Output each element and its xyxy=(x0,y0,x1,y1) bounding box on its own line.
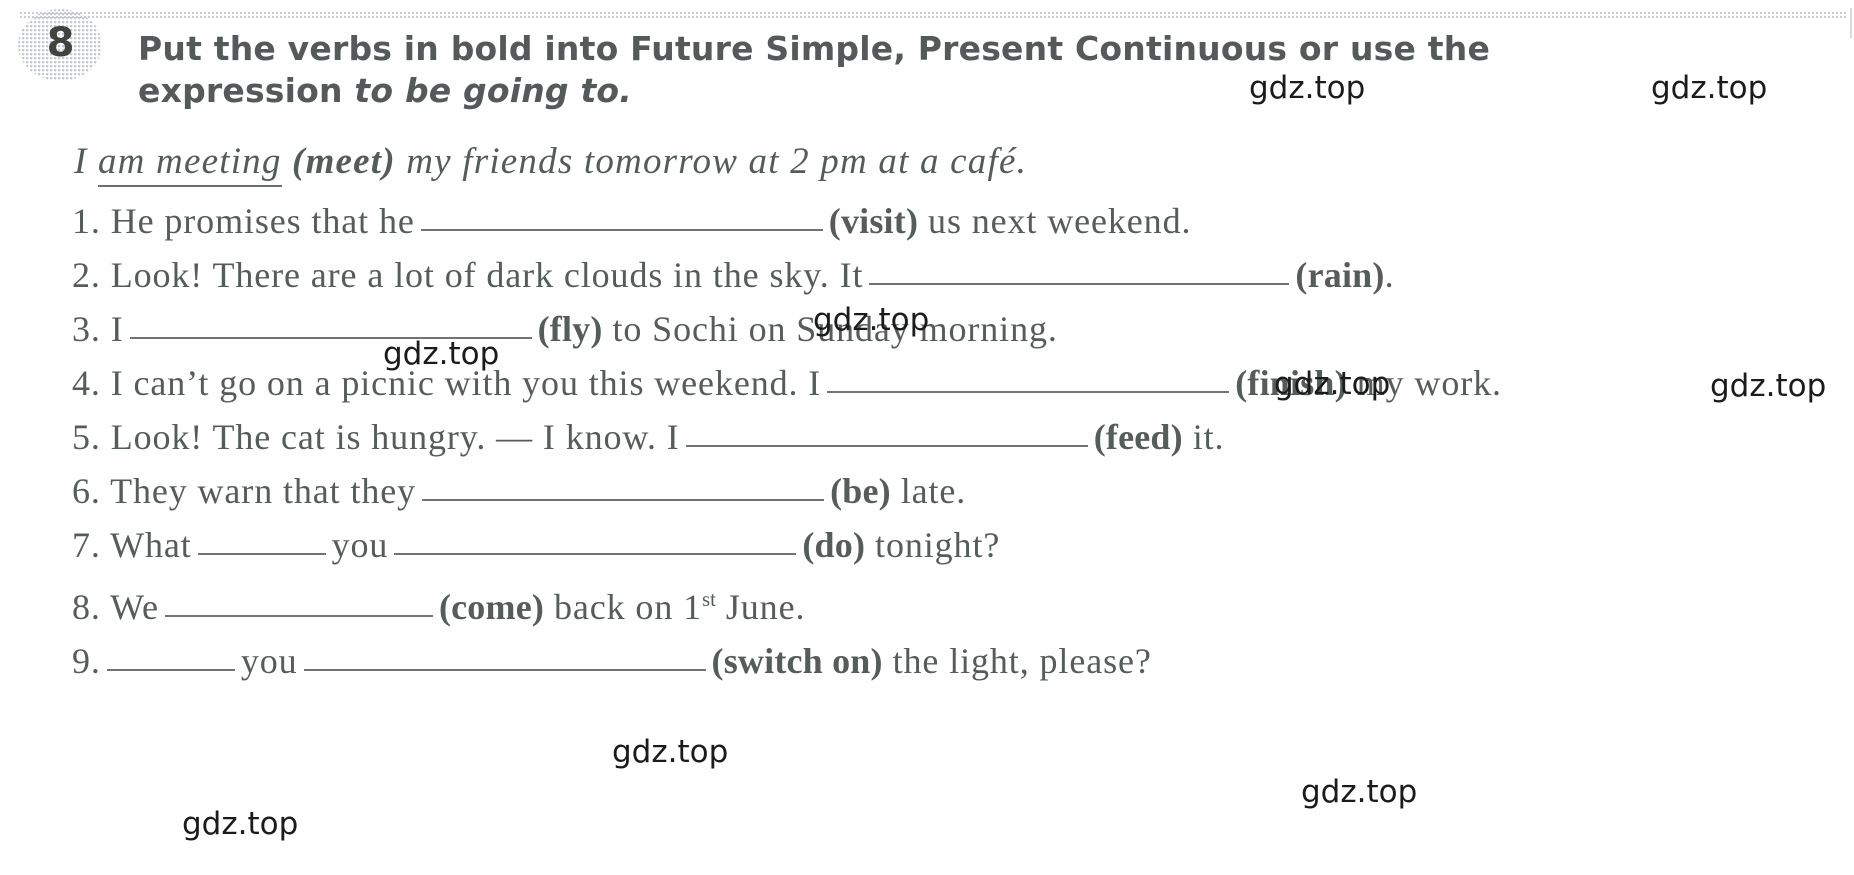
exercise-item-8: 8. We (come) back on 1st June. xyxy=(14,574,1844,636)
exercise-item-9: 9. you (switch on) the light, please? xyxy=(14,636,1844,690)
item-cue: (fly) xyxy=(537,309,603,349)
item-number: 4. xyxy=(72,363,101,403)
item-text-after: tonight? xyxy=(875,525,1001,565)
exercise-number-badge: 8 xyxy=(18,9,102,81)
answer-blank-1[interactable] xyxy=(106,647,235,671)
item-text-after: the light, please? xyxy=(892,641,1152,681)
item-text-before: What xyxy=(110,525,192,565)
ordinal-suffix: st xyxy=(702,587,716,611)
exercise-number: 8 xyxy=(46,20,75,66)
watermark: gdz.top xyxy=(612,734,729,770)
item-text-before: We xyxy=(110,587,159,627)
item-text-before: I xyxy=(110,309,124,349)
exercise-item-1: 1. He promises that he (visit) us next we… xyxy=(14,196,1844,250)
item-text-after-a: back on 1 xyxy=(553,587,703,627)
item-text-before: I can’t go on a picnic with you this wee… xyxy=(110,363,822,403)
item-number: 7. xyxy=(72,525,101,565)
right-margin-tick xyxy=(1850,8,1852,38)
answer-blank-2[interactable] xyxy=(303,647,706,671)
exercise-item-6: 6. They warn that they (be) late. xyxy=(14,466,1844,520)
item-cue: (switch on) xyxy=(711,641,883,681)
instruction-line-2-italic: to be going to. xyxy=(354,71,633,110)
exercise-items: 1. He promises that he (visit) us next we… xyxy=(14,196,1844,690)
item-number: 8. xyxy=(72,587,101,627)
answer-blank-1[interactable] xyxy=(197,531,326,555)
answer-blank[interactable] xyxy=(129,315,532,339)
item-number: 2. xyxy=(72,255,101,295)
top-halftone-rule xyxy=(20,12,1848,18)
answer-blank[interactable] xyxy=(685,423,1088,447)
item-cue: (come) xyxy=(438,587,545,627)
item-cue: (finish) xyxy=(1235,363,1347,403)
worksheet-page: 8 Put the verbs in bold into Future Simp… xyxy=(0,0,1854,875)
instruction-line-1: Put the verbs in bold into Future Simple… xyxy=(138,28,1844,70)
exercise-item-4: 4. I can’t go on a picnic with you this … xyxy=(14,358,1844,412)
example-answer: am meeting xyxy=(97,141,282,187)
item-number: 5. xyxy=(72,417,101,457)
example-line: I am meeting (meet) my friends tomorrow … xyxy=(74,140,1028,187)
instruction-line-1-text: Put the verbs in bold into Future Simple… xyxy=(138,29,1491,68)
item-text-middle: you xyxy=(331,525,389,565)
item-number: 1. xyxy=(72,201,101,241)
exercise-item-5: 5. Look! The cat is hungry. — I know. I (… xyxy=(14,412,1844,466)
example-cue: (meet) xyxy=(292,141,396,182)
item-text-after: . xyxy=(1384,255,1395,295)
item-text-before: They warn that they xyxy=(110,471,417,511)
answer-blank[interactable] xyxy=(420,207,823,231)
watermark: gdz.top xyxy=(182,806,299,842)
item-text-after: my work. xyxy=(1356,363,1502,403)
item-number: 9. xyxy=(72,641,101,681)
item-text-after: us next weekend. xyxy=(928,201,1192,241)
item-cue: (feed) xyxy=(1093,417,1183,457)
watermark: gdz.top xyxy=(1301,774,1418,810)
instruction-text: Put the verbs in bold into Future Simple… xyxy=(138,28,1844,112)
instruction-line-2: expression to be going to. xyxy=(138,70,1844,112)
instruction-line-2-plain: expression xyxy=(138,71,355,110)
item-number: 6. xyxy=(72,471,101,511)
item-text-after: it. xyxy=(1192,417,1225,457)
item-number: 3. xyxy=(72,309,101,349)
item-text-middle: you xyxy=(240,641,298,681)
item-text-before: He promises that he xyxy=(110,201,415,241)
item-text-before: Look! The cat is hungry. — I know. I xyxy=(110,417,680,457)
item-text-after: to Sochi on Sunday morning. xyxy=(612,309,1058,349)
item-cue: (be) xyxy=(830,471,891,511)
answer-blank[interactable] xyxy=(164,593,433,617)
item-text-before: Look! There are a lot of dark clouds in … xyxy=(110,255,864,295)
item-text-after-b: June. xyxy=(715,587,806,627)
item-text-after: late. xyxy=(900,471,967,511)
answer-blank[interactable] xyxy=(827,369,1230,393)
answer-blank-2[interactable] xyxy=(394,531,797,555)
answer-blank[interactable] xyxy=(869,261,1290,285)
item-cue: (visit) xyxy=(828,201,919,241)
exercise-item-3: 3. I (fly) to Sochi on Sunday morning. xyxy=(14,304,1844,358)
exercise-item-2: 2. Look! There are a lot of dark clouds … xyxy=(14,250,1844,304)
answer-blank[interactable] xyxy=(422,477,825,501)
item-cue: (do) xyxy=(802,525,866,565)
item-cue: (rain) xyxy=(1295,255,1385,295)
exercise-item-7: 7. What you (do) tonight? xyxy=(14,520,1844,574)
example-prefix: I xyxy=(74,141,98,182)
example-rest: my friends tomorrow at 2 pm at a café. xyxy=(406,141,1028,182)
